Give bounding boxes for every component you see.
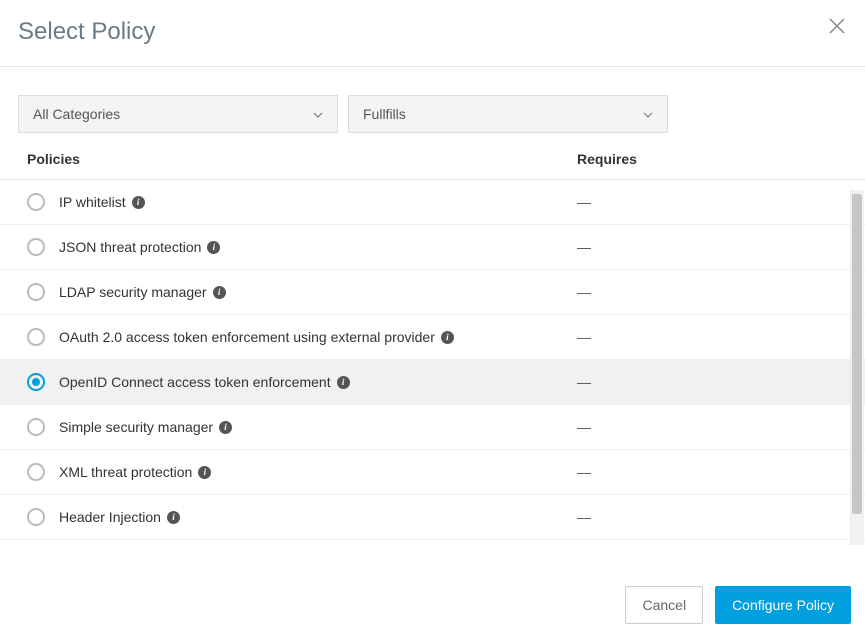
table-header: Policies Requires <box>0 151 865 180</box>
radio-button[interactable] <box>27 508 45 526</box>
requires-cell: — <box>577 284 847 300</box>
radio-button[interactable] <box>27 418 45 436</box>
radio-button[interactable] <box>27 463 45 481</box>
radio-button[interactable] <box>27 373 45 391</box>
radio-button[interactable] <box>27 328 45 346</box>
info-icon[interactable]: i <box>441 331 454 344</box>
requires-cell: — <box>577 509 847 525</box>
radio-button[interactable] <box>27 283 45 301</box>
policy-name: LDAP security manager i <box>59 284 577 300</box>
category-select[interactable]: All Categories <box>18 95 338 133</box>
configure-policy-button[interactable]: Configure Policy <box>715 586 851 624</box>
policy-name: OAuth 2.0 access token enforcement using… <box>59 329 577 345</box>
policy-row[interactable]: Header Injection i — <box>0 495 865 540</box>
cancel-button[interactable]: Cancel <box>625 586 703 624</box>
policy-name-label: OpenID Connect access token enforcement <box>59 374 331 390</box>
chevron-down-icon <box>313 107 323 121</box>
info-icon[interactable]: i <box>219 421 232 434</box>
policy-name: XML threat protection i <box>59 464 577 480</box>
policy-name: Header Injection i <box>59 509 577 525</box>
requires-cell: — <box>577 374 847 390</box>
policy-name: IP whitelist i <box>59 194 577 210</box>
requires-cell: — <box>577 239 847 255</box>
fulfills-select-value: Fullfills <box>363 106 406 122</box>
radio-button[interactable] <box>27 193 45 211</box>
chevron-down-icon <box>643 107 653 121</box>
info-icon[interactable]: i <box>337 376 350 389</box>
column-header-requires: Requires <box>577 151 847 167</box>
policy-name-label: JSON threat protection <box>59 239 201 255</box>
modal-title: Select Policy <box>18 18 155 46</box>
info-icon[interactable]: i <box>132 196 145 209</box>
requires-cell: — <box>577 419 847 435</box>
radio-button[interactable] <box>27 238 45 256</box>
info-icon[interactable]: i <box>213 286 226 299</box>
policy-name-label: Header Injection <box>59 509 161 525</box>
info-icon[interactable]: i <box>167 511 180 524</box>
policy-name: JSON threat protection i <box>59 239 577 255</box>
policy-row[interactable]: XML threat protection i — <box>0 450 865 495</box>
policy-name-label: IP whitelist <box>59 194 126 210</box>
policy-row[interactable]: OpenID Connect access token enforcement i… <box>0 360 865 405</box>
policy-table: IP whitelisti—JSON threat protectioni—LD… <box>0 180 865 540</box>
modal-header: Select Policy <box>0 0 865 67</box>
fulfills-select[interactable]: Fullfills <box>348 95 668 133</box>
column-header-policies: Policies <box>27 151 577 167</box>
info-icon[interactable]: i <box>198 466 211 479</box>
category-select-value: All Categories <box>33 106 120 122</box>
policy-name: OpenID Connect access token enforcement i <box>59 374 577 390</box>
filters-row: All Categories Fullfills <box>0 67 865 151</box>
modal-footer: Cancel Configure Policy <box>625 586 851 624</box>
policy-name-label: LDAP security manager <box>59 284 207 300</box>
requires-cell: — <box>577 329 847 345</box>
policy-row[interactable]: LDAP security manager i — <box>0 270 865 315</box>
policy-name-label: OAuth 2.0 access token enforcement using… <box>59 329 435 345</box>
policy-row[interactable]: JSON threat protection i — <box>0 225 865 270</box>
policy-row[interactable]: IP whitelist i — <box>0 180 865 225</box>
policy-row[interactable]: OAuth 2.0 access token enforcement using… <box>0 315 865 360</box>
info-icon[interactable]: i <box>207 241 220 254</box>
policy-name: Simple security manager i <box>59 419 577 435</box>
requires-cell: — <box>577 464 847 480</box>
close-icon[interactable] <box>829 18 845 37</box>
requires-cell: — <box>577 194 847 210</box>
scrollbar-thumb[interactable] <box>852 194 862 514</box>
policy-name-label: Simple security manager <box>59 419 213 435</box>
policy-row[interactable]: Simple security manager i — <box>0 405 865 450</box>
scrollbar-track[interactable] <box>850 190 864 545</box>
policy-name-label: XML threat protection <box>59 464 192 480</box>
